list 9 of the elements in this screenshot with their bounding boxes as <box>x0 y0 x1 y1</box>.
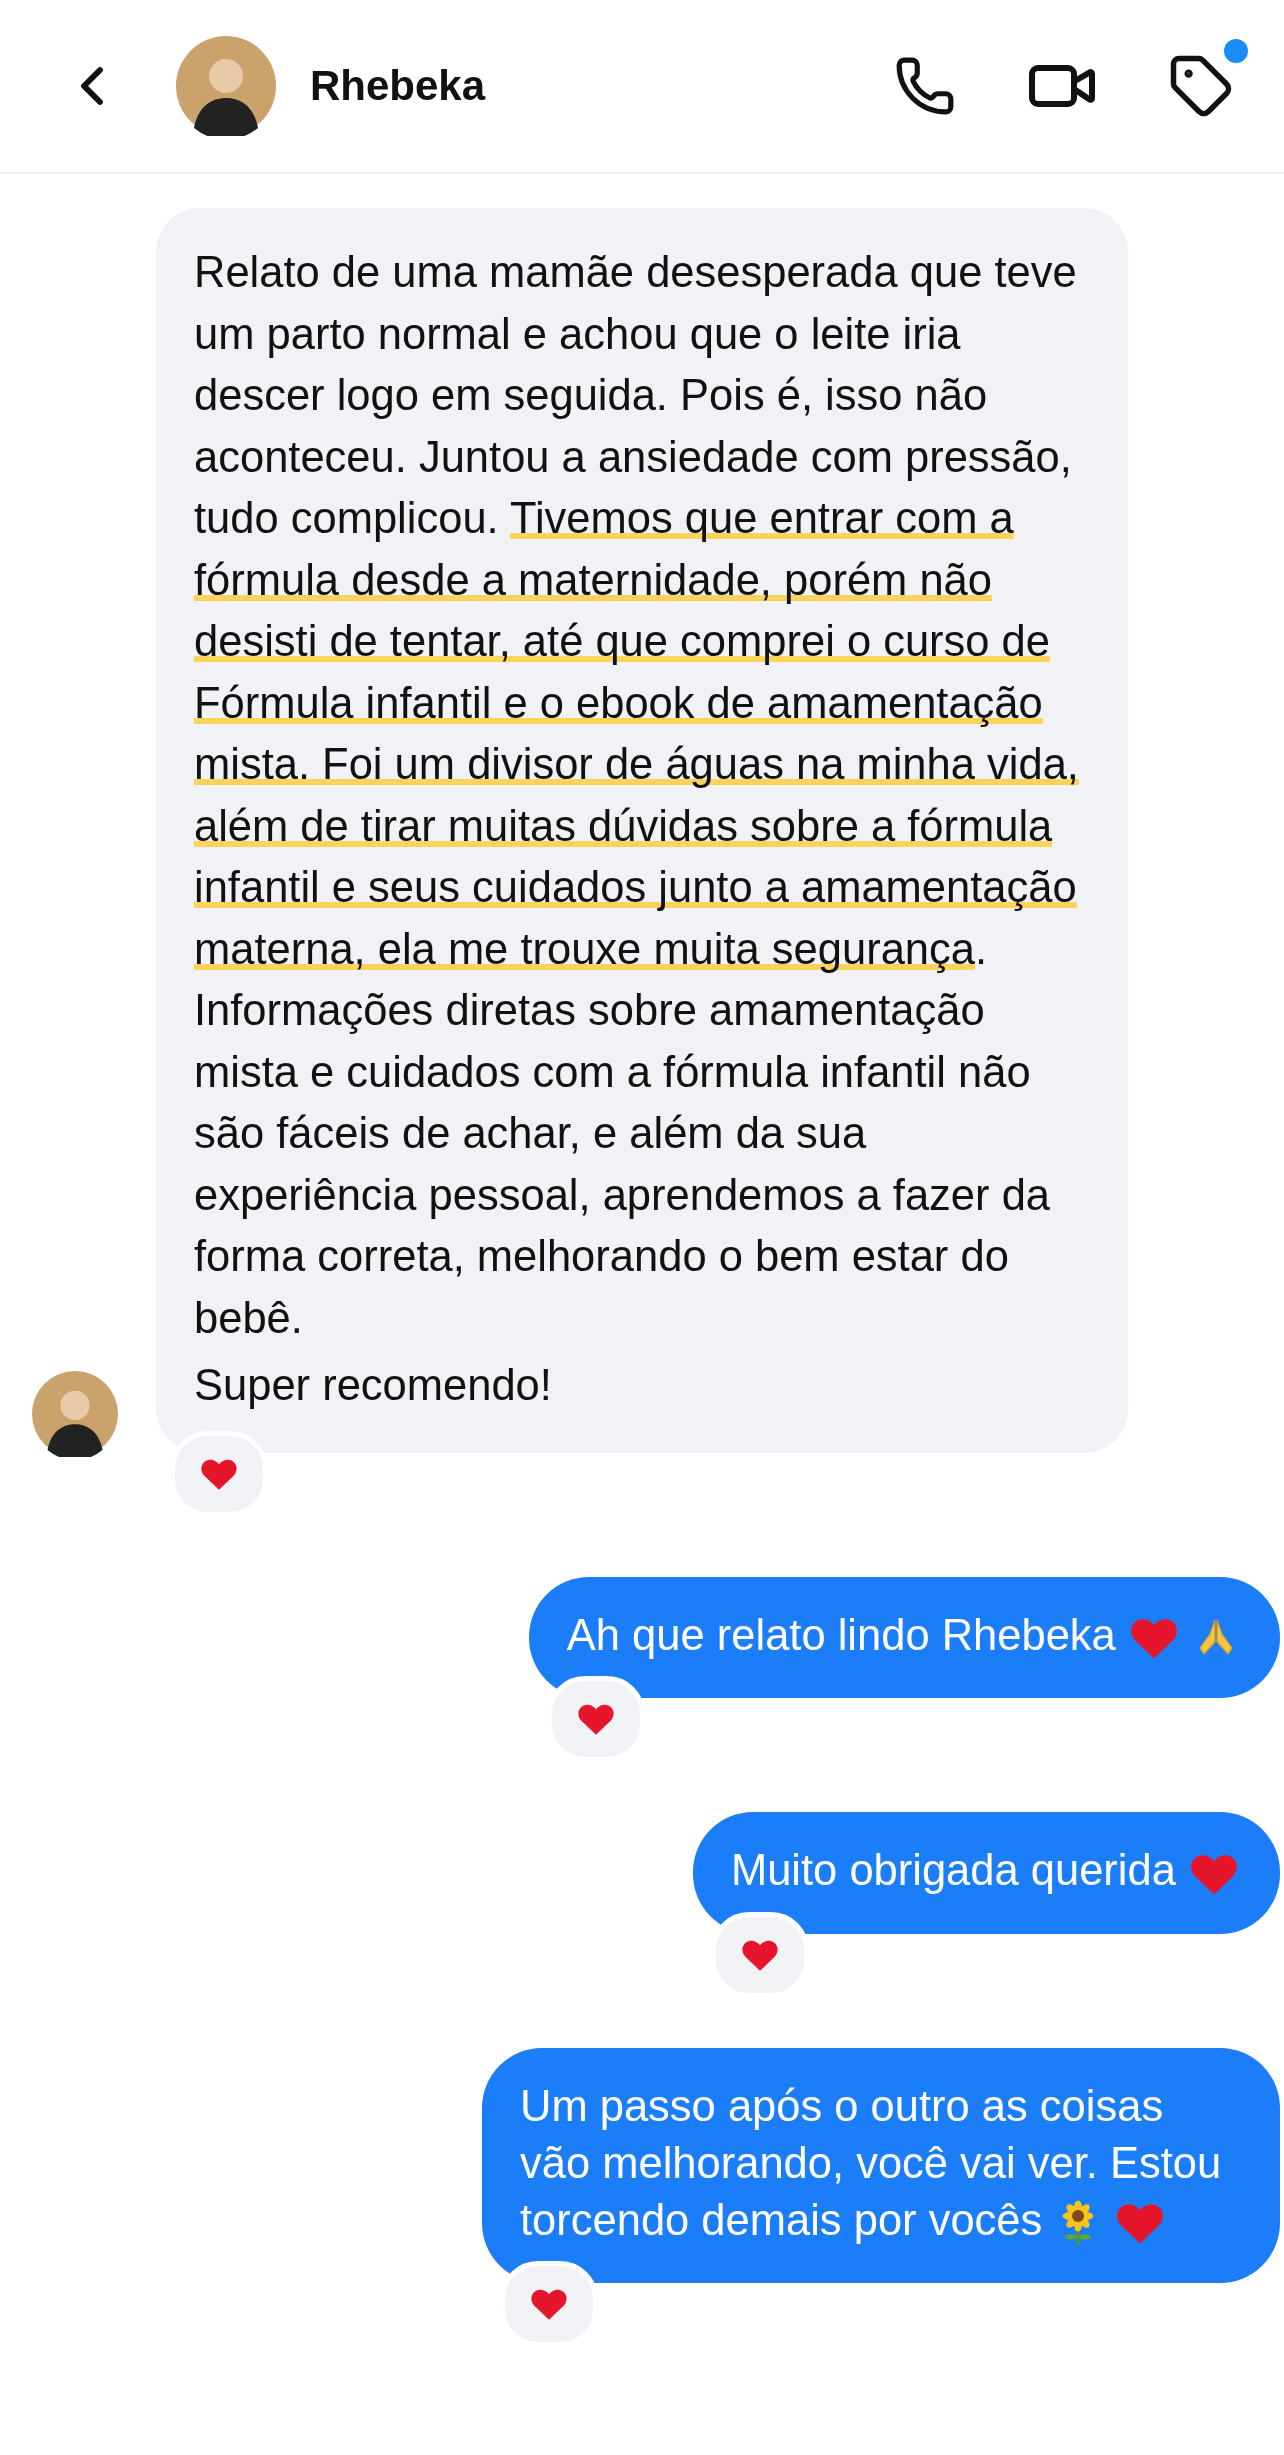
message-text: Muito obrigada querida <box>730 1846 1240 1894</box>
tag-icon <box>1168 53 1234 119</box>
message-text: Super recomendo! <box>194 1360 553 1411</box>
message-text: Relato de uma mamãe desesperada que teve um parto normal e achou que o leite iria descer logo em seguida. Pois é, isso não aconteceu. Juntou a ansiedade com pressão, tudo complicou. Tivemos que entrar com a fórmula desde a maternidade, porém não desisti de tentar, até que comprei o curso de Fórmula infantil e o ebook de amamentação mista. Foi um divisor de águas na minha vida, além de tirar muitas dúvidas sobre a fórmula infantil e seus cuidados junto a amamentação materna, ela me trouxe muita segurança. Informações diretas sobre amamentação mista e cuidados com a fórmula infantil não são fáceis de achar, e além da sua experiência pessoal, aprendemos a fazer da forma correta, melhorando o bem estar do bebê. <box>194 247 1080 1344</box>
contact-name[interactable]: Rhebeka <box>310 62 824 110</box>
message-text: Um passo após o outro as coisas vão melhorando, você vai ver. Estou torcendo demais por vocês <box>520 2081 1222 2244</box>
phone-icon[interactable] <box>894 55 956 117</box>
message-text: Ah que relato lindo Rhebeka <box>566 1610 1240 1659</box>
tag-button[interactable] <box>1168 39 1248 119</box>
